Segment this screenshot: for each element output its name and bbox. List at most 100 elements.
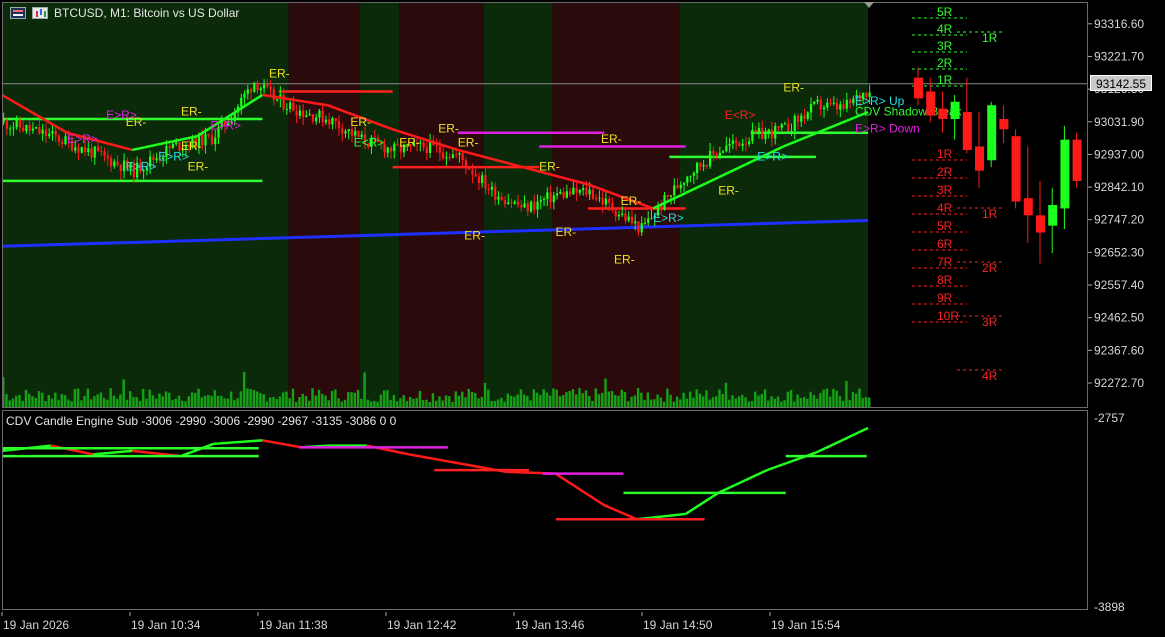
r-level-down-7: 8R	[937, 273, 953, 287]
volume-bar	[226, 398, 230, 408]
volume-bar	[197, 388, 200, 408]
candle-body	[80, 147, 83, 153]
volume-bar	[851, 391, 855, 408]
cdv-line-segment	[50, 444, 94, 456]
projected-candle-body	[1048, 205, 1058, 226]
candle-body	[103, 151, 106, 156]
volume-bar	[67, 399, 70, 408]
signal-label-9: ER-	[464, 228, 485, 242]
candle-body	[461, 153, 464, 161]
volume-bar	[773, 398, 777, 408]
candle-body	[588, 189, 591, 195]
volume-bar	[24, 389, 28, 408]
volume-bar	[503, 401, 506, 408]
candle-body	[474, 174, 477, 177]
signal-label-17: E>R>	[106, 108, 137, 122]
candle-body	[516, 201, 520, 205]
volume-bar	[799, 398, 803, 408]
volume-bar	[187, 396, 191, 408]
volume-bar	[780, 401, 783, 408]
time-axis[interactable]: 19 Jan 2026 19 Jan 10:34 19 Jan 11:38 19 Ja…	[0, 612, 1088, 637]
candle-body	[259, 88, 262, 91]
volume-bar	[76, 388, 80, 408]
volume-bar	[138, 400, 142, 408]
candle-body	[295, 111, 298, 116]
candle-body	[806, 112, 809, 119]
candle-body	[311, 114, 315, 122]
candle-body	[386, 147, 389, 153]
volume-bar	[483, 382, 487, 408]
volume-bar	[262, 394, 265, 408]
price-tick-label-6: 92747.20	[1094, 213, 1144, 227]
r-level-up-2: 3R	[937, 39, 953, 53]
volume-bar	[825, 388, 829, 408]
candle-body	[77, 147, 80, 153]
volume-bar	[295, 401, 298, 408]
volume-bar	[265, 401, 269, 408]
volume-bar	[412, 398, 415, 408]
volume-bar	[327, 400, 331, 408]
r-level-right-4: 4R	[982, 369, 998, 383]
volume-bar	[809, 391, 812, 408]
candle-body	[699, 162, 702, 167]
volume-bar	[535, 392, 539, 408]
candle-body	[334, 118, 337, 122]
volume-bar	[314, 395, 317, 408]
candle-body	[572, 187, 575, 195]
signal-label-8: ER-	[458, 136, 479, 150]
volume-bar	[682, 392, 685, 408]
candle-body	[751, 129, 754, 142]
volume-bar	[11, 398, 15, 408]
volume-bar	[649, 399, 653, 408]
candle-body	[552, 195, 555, 203]
volume-bar	[454, 391, 457, 408]
signal-label-19: E>R>	[210, 118, 241, 132]
candle-body	[25, 124, 28, 132]
candle-body	[214, 137, 217, 145]
volume-bar	[246, 388, 249, 408]
volume-bar	[60, 394, 64, 408]
volume-bar	[132, 397, 135, 408]
candle-body	[272, 89, 275, 101]
volume-bar	[653, 399, 656, 408]
window-menu-icon[interactable]	[10, 7, 26, 19]
r-level-up-1: 4R	[937, 22, 953, 36]
volume-bar	[708, 399, 711, 408]
time-tick-label-5: 19 Jan 14:50	[643, 618, 713, 632]
candle-body	[22, 127, 25, 132]
chart-shift-arrow-icon[interactable]	[864, 2, 874, 8]
chart-type-icon[interactable]	[32, 7, 48, 19]
candle-body	[5, 120, 8, 129]
time-tick-label-3: 19 Jan 12:42	[387, 618, 457, 632]
projected-candle-body	[1023, 198, 1033, 216]
price-chart[interactable]: ER-ER-ER-ER-ER-ER-ER-ER-ER-ER-ER-ER-ER-E…	[2, 2, 1088, 408]
candle-body	[630, 216, 634, 224]
volume-bar	[643, 399, 646, 408]
r-level-up-0: 5R	[937, 5, 953, 19]
volume-bar	[31, 396, 34, 408]
candle-body	[93, 146, 96, 158]
candle-body	[481, 175, 484, 184]
candle-body	[679, 184, 682, 189]
volume-bar	[770, 396, 773, 408]
volume-bar	[28, 393, 31, 408]
volume-bar	[288, 398, 291, 408]
candle-body	[422, 142, 425, 148]
volume-bar	[200, 397, 204, 408]
volume-bar	[402, 395, 405, 408]
r-level-down-8: 9R	[937, 291, 953, 305]
volume-bar	[379, 394, 383, 408]
volume-bar	[614, 394, 617, 408]
candle-body	[341, 128, 344, 134]
cdv-subwindow[interactable]	[2, 410, 1088, 610]
price-axis[interactable]: 93316.6093221.7093126.8093031.9092937.00…	[1088, 0, 1165, 637]
candle-body	[393, 143, 396, 152]
volume-bar	[610, 391, 614, 408]
volume-bar	[122, 379, 125, 408]
volume-bar	[581, 393, 584, 408]
price-tick-label-8: 92557.40	[1094, 278, 1144, 292]
price-tick-label-7: 92652.30	[1094, 245, 1144, 259]
time-tick-label-4: 19 Jan 13:46	[515, 618, 585, 632]
candle-body	[790, 130, 793, 132]
volume-bar	[350, 392, 353, 408]
